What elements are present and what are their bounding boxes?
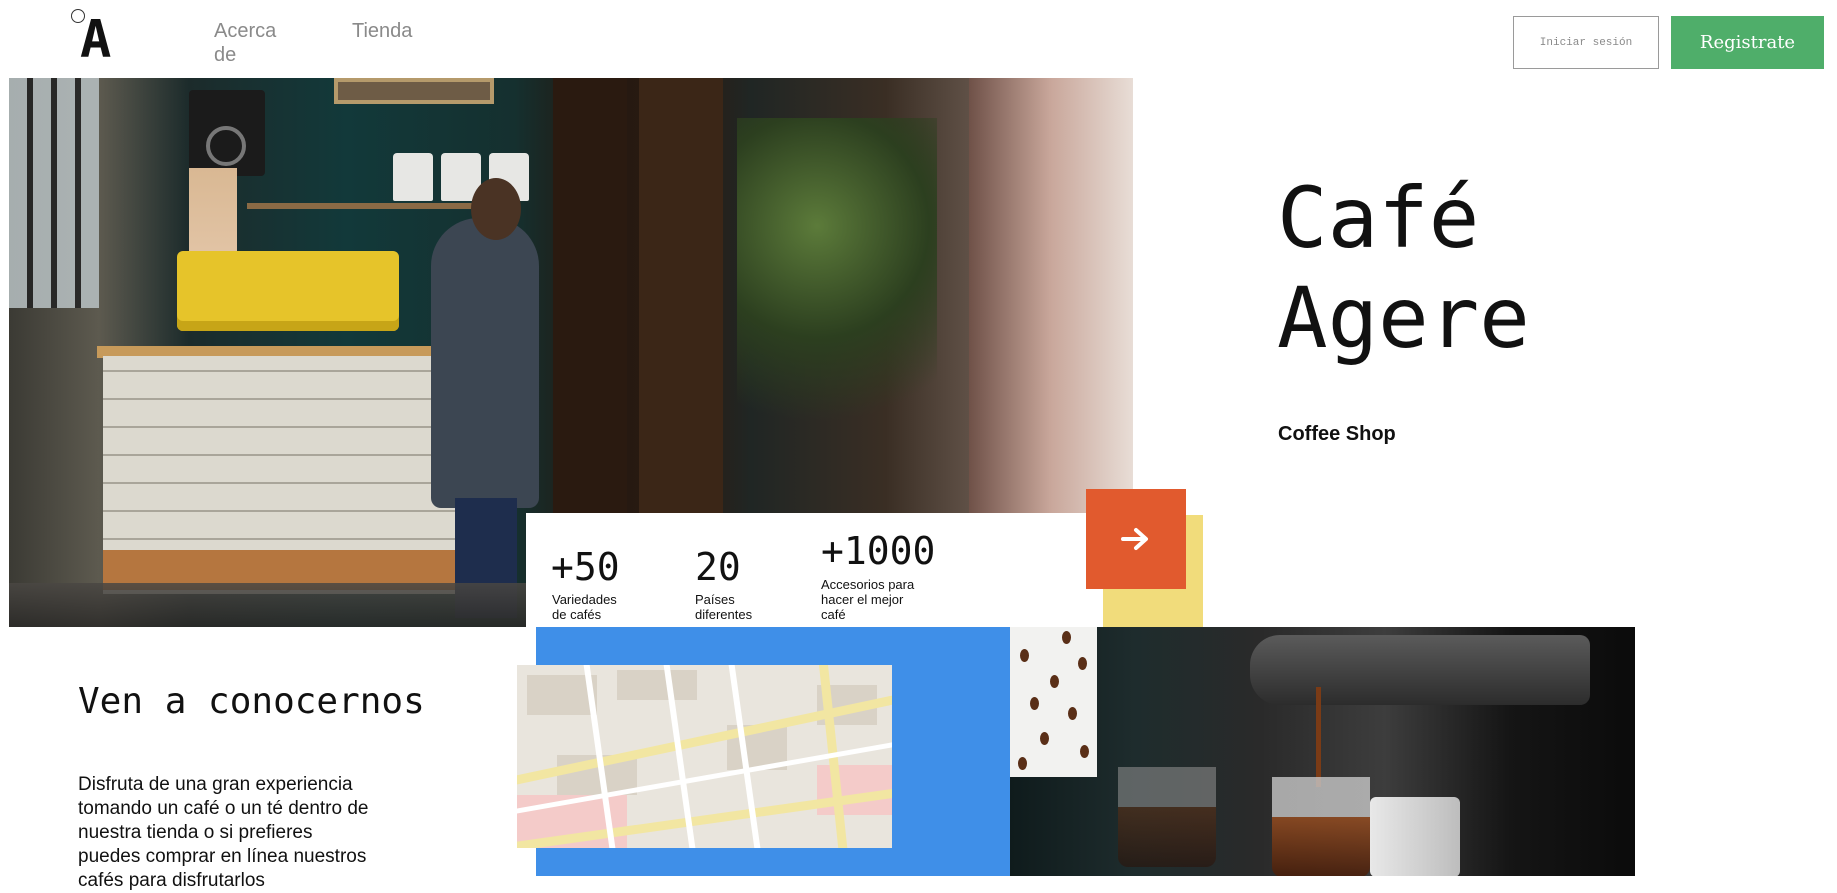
photo-bean [1080,745,1089,758]
espresso-photo [1010,627,1635,876]
login-button[interactable]: Iniciar sesión [1513,16,1659,69]
photo-espresso-stream [1316,687,1321,787]
logo[interactable]: A [80,14,111,66]
photo-bean [1018,757,1027,770]
photo-bean [1030,697,1039,710]
photo-bottles [1370,797,1460,876]
next-arrow-button[interactable] [1086,489,1186,589]
photo-frame [334,78,494,104]
photo-speaker [189,90,265,176]
stat-label: Accesorios para hacer el mejor café [821,577,915,622]
photo-espresso-machine [177,251,399,331]
photo-bean [1050,675,1059,688]
arrow-right-icon [1121,528,1148,550]
hero-subtitle: Coffee Shop [1278,423,1396,445]
stat-label: Variedades de cafés [552,592,617,622]
section-title: Ven a conocernos [78,681,425,722]
photo-plants [737,118,937,478]
section-body: Disfruta de una gran experiencia tomando… [78,774,369,891]
stat-value: +1000 [821,529,936,573]
map-block [617,670,697,700]
photo-shelf [247,203,487,209]
photo-bean [1068,707,1077,720]
photo-customer-head [471,178,521,240]
nav-shop-link[interactable]: Tienda [352,19,412,43]
photo-bean [1040,732,1049,745]
stats-card: +50 Variedades de cafés 20 Países difere… [526,513,1103,627]
photo-grouphead [1250,635,1590,705]
stat-value: 20 [695,545,741,589]
location-map[interactable] [517,665,892,848]
hero-title-text: Café Agere [1277,169,1530,367]
photo-bean [1062,631,1071,644]
stat-label: Países diferentes [695,592,753,622]
photo-window [9,78,99,308]
stat-value: +50 [551,545,620,589]
photo-bean [1020,649,1029,662]
photo-customer [431,218,539,508]
register-button[interactable]: Registrate [1671,16,1824,69]
hero-title: Café Agere [1277,168,1577,368]
nav-about-link[interactable]: Acerca de [214,19,294,67]
photo-bean [1078,657,1087,670]
photo-glass [1118,767,1216,867]
coffee-beans-photo [1010,627,1097,777]
photo-glass [1272,777,1370,876]
photo-jar [393,153,433,201]
